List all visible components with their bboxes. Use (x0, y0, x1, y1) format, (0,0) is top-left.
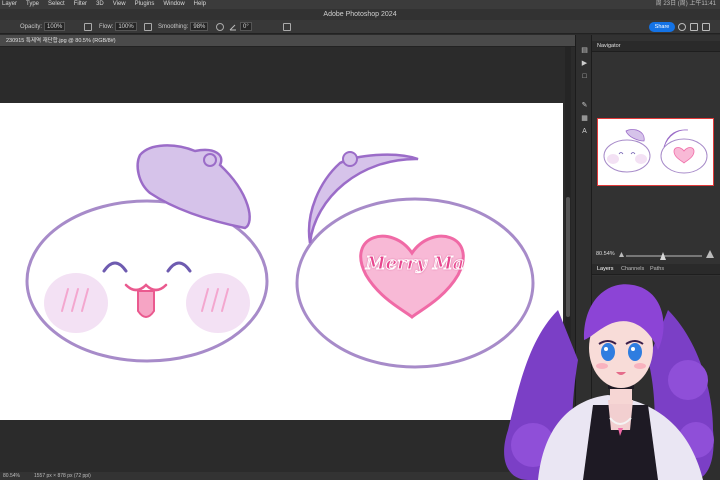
canvas-area[interactable]: Merry Ma (0, 47, 572, 472)
document-tab-title: 230915 특제역 재단합.jpg @ 80.5% (RGB/8#) (6, 38, 116, 44)
merry-ma-logo-text: Merry Ma (365, 253, 465, 275)
artwork (25, 144, 535, 369)
menu-list: Layer Type Select Filter 3D View Plugins… (2, 0, 206, 9)
menu-select[interactable]: Select (48, 0, 65, 9)
pressure-opacity-icon[interactable] (84, 23, 92, 31)
document-tab[interactable]: 230915 특제역 재단합.jpg @ 80.5% (RGB/8#) (0, 35, 575, 47)
menu-3d[interactable]: 3D (96, 0, 104, 9)
brush-settings-icon[interactable]: ✎ (581, 102, 588, 109)
angle-field[interactable]: 0° (240, 21, 252, 31)
flow-field[interactable]: 100% (115, 21, 137, 31)
left-cheek (44, 273, 108, 333)
comments-icon[interactable]: □ (581, 73, 588, 80)
right-cheek (186, 273, 250, 333)
vtuber-avatar-overlay (498, 270, 720, 480)
menu-filter[interactable]: Filter (74, 0, 87, 9)
menu-view[interactable]: View (113, 0, 126, 9)
navigator-zoom-slider[interactable] (626, 252, 702, 260)
smoothing-field[interactable]: 98% (190, 21, 209, 31)
angle-icon (229, 23, 237, 31)
smoothing-label: Smoothing: (158, 24, 189, 30)
zoom-in-icon[interactable] (706, 250, 714, 258)
tool-options-bar: Opacity: 100% Flow: 100% Smoothing: 98% 0° … (0, 20, 720, 34)
angle-control[interactable]: 0° (238, 20, 252, 34)
adjust-icon[interactable]: ▦ (581, 115, 588, 122)
flow-control[interactable]: Flow: 100% (99, 20, 137, 34)
navigator-preview-image (603, 129, 708, 174)
zoom-out-icon[interactable] (619, 252, 624, 257)
window-title: Adobe Photoshop 2024 (323, 11, 397, 18)
menu-window[interactable]: Window (163, 0, 184, 9)
search-icon[interactable] (678, 23, 686, 31)
menu-layer[interactable]: Layer (2, 0, 17, 9)
opacity-label: Opacity: (20, 24, 43, 30)
left-character (25, 144, 269, 363)
menu-help[interactable]: Help (194, 0, 206, 9)
panel-layout-icon[interactable] (702, 23, 710, 31)
opacity-control[interactable]: Opacity: 100% (20, 20, 66, 34)
paragraph-icon[interactable]: A (581, 128, 588, 135)
menu-plugins[interactable]: Plugins (135, 0, 155, 9)
airbrush-icon[interactable] (144, 23, 152, 31)
right-beret-stem (342, 151, 358, 167)
navigator-tab[interactable]: Navigator (597, 41, 621, 52)
artboard[interactable]: Merry Ma (0, 103, 563, 420)
navigator-preview[interactable] (597, 118, 714, 186)
status-bar: 80.54% 1557 px × 878 px (72 ppi) (0, 472, 575, 480)
gear-icon[interactable] (216, 23, 224, 31)
status-zoom[interactable]: 80.54% (3, 472, 20, 480)
smoothing-control[interactable]: Smoothing: 98% (158, 20, 209, 34)
opacity-field[interactable]: 100% (44, 21, 66, 31)
avatar-illustration (504, 284, 714, 480)
history-icon[interactable]: ▤ (581, 47, 588, 54)
actions-play-icon[interactable]: ▶ (581, 60, 588, 67)
navigator-zoom-value[interactable]: 80.54% (596, 251, 615, 257)
system-clock: 周 23日 (周) 上午11:41 (655, 1, 716, 7)
pressure-size-icon[interactable] (283, 23, 291, 31)
workspace-icon[interactable] (690, 23, 698, 31)
menu-bar: Layer Type Select Filter 3D View Plugins… (0, 0, 720, 9)
flow-label: Flow: (99, 24, 114, 30)
share-button[interactable]: Share (649, 22, 675, 32)
left-beret-stem (203, 153, 217, 167)
menu-type[interactable]: Type (26, 0, 39, 9)
tongue (137, 290, 155, 318)
window-title-bar: Adobe Photoshop 2024 (0, 9, 720, 20)
zoom-slider-handle[interactable] (660, 252, 666, 260)
navigator-panel-header: Navigator (592, 41, 720, 52)
status-doc-size: 1557 px × 878 px (72 ppi) (34, 473, 91, 479)
